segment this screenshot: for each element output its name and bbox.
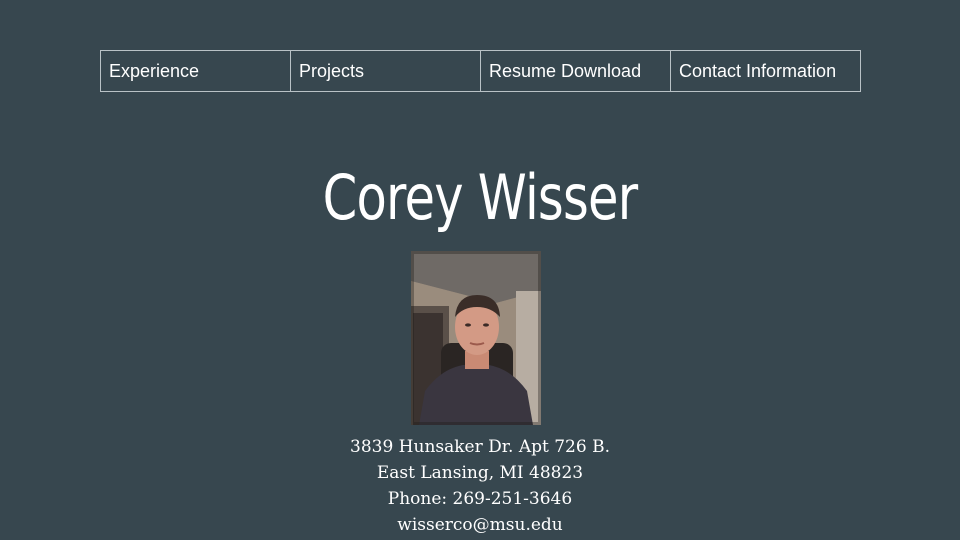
page-title: Corey Wisser [322, 161, 638, 234]
profile-photo-image [411, 251, 541, 425]
nav-projects[interactable]: Projects [291, 51, 481, 91]
top-nav: Experience Projects Resume Download Cont… [100, 50, 861, 92]
nav-experience[interactable]: Experience [101, 51, 291, 91]
profile-photo [411, 251, 541, 425]
address-line-1: 3839 Hunsaker Dr. Apt 726 B. [350, 437, 610, 457]
email-address[interactable]: wisserco@msu.edu [0, 512, 960, 538]
contact-info: 3839 Hunsaker Dr. Apt 726 B. East Lansin… [0, 434, 960, 538]
nav-resume-download[interactable]: Resume Download [481, 51, 671, 91]
nav-contact-information[interactable]: Contact Information [671, 51, 860, 91]
address-line-2: East Lansing, MI 48823 [376, 463, 584, 483]
phone-number: Phone: 269-251-3646 [387, 489, 573, 509]
